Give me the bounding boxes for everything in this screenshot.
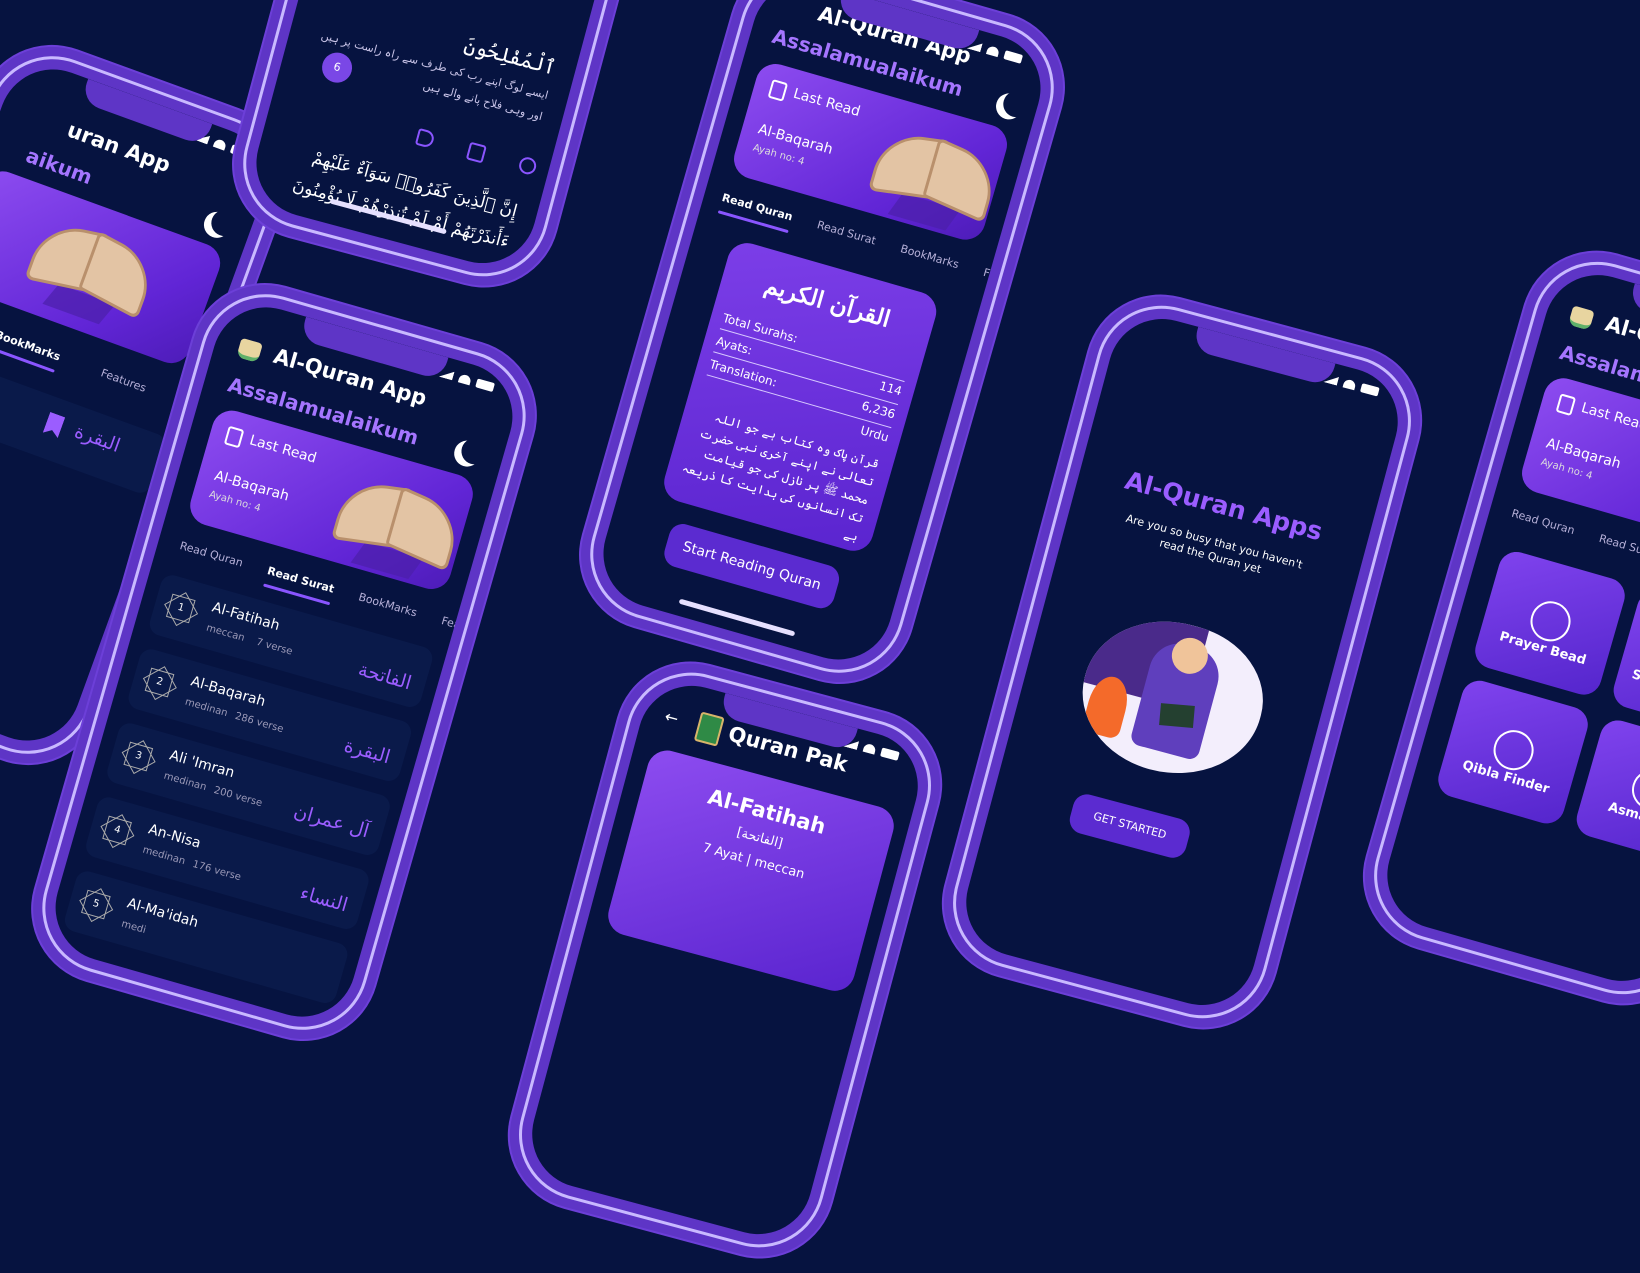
surah-number-badge: 5 — [81, 889, 111, 920]
quran-info-card: القرآن الكريم Total Surahs: 114 Ayats: 6… — [659, 238, 941, 556]
tab-bookmarks[interactable]: BookMarks — [357, 590, 418, 619]
surah-arabic: الفاتحة — [355, 658, 414, 695]
phone-screen: Al-Qur Assalamuala Last Read Al-Baqarah … — [1374, 262, 1640, 994]
tab-read-quran[interactable]: Read Quran — [720, 191, 794, 224]
feature-label: Sal — [1630, 667, 1640, 688]
app-logo-icon — [236, 337, 263, 364]
tab-read-quran[interactable]: Read Quran — [178, 539, 244, 569]
phone-read-quran: Al-Quran App Assalamualaikum Last Read A… — [563, 0, 1081, 700]
moon-icon[interactable] — [460, 437, 489, 466]
tab-read-quran[interactable]: Read Quran — [1510, 507, 1576, 537]
phone-screen: ← Quran Pak Al-Fatihah [الفاتحة] 7 Ayat … — [520, 673, 930, 1247]
last-read-label: Last Read — [791, 85, 862, 121]
surah-number-badge: 3 — [123, 741, 154, 772]
surah-header-card: Al-Fatihah [الفاتحة] 7 Ayat | meccan — [603, 746, 899, 996]
tab-features[interactable]: Features — [99, 366, 148, 394]
phone-quran-pak: ← Quran Pak Al-Fatihah [الفاتحة] 7 Ayat … — [493, 646, 957, 1273]
phone-onboarding: Al-Quran Apps Are you so busy that you h… — [927, 279, 1437, 1045]
feature-label: Asma-al H — [1606, 799, 1640, 835]
bookmark-arabic: البقرة — [71, 420, 124, 458]
last-read-card[interactable] — [0, 165, 226, 369]
book-icon — [330, 475, 465, 580]
phone-features: Al-Qur Assalamuala Last Read Al-Baqarah … — [1347, 235, 1640, 1021]
tab-bookmarks[interactable]: BookMarks — [899, 242, 960, 271]
back-arrow-icon[interactable]: ← — [663, 707, 681, 729]
surah-arabic: البقرة — [341, 734, 393, 769]
phone-screen: Al-Quran Apps Are you so busy that you h… — [954, 306, 1410, 1018]
feature-qibla-finder[interactable]: Qibla Finder — [1434, 676, 1593, 828]
tab-features[interactable]: Features — [440, 614, 489, 640]
book-icon — [867, 126, 1002, 231]
last-read-icon — [767, 79, 789, 102]
surah-arabic: آل عمران — [291, 800, 372, 843]
moon-icon[interactable] — [1002, 90, 1031, 119]
tab-read-surat[interactable]: Read Surat — [266, 564, 336, 595]
bookmark-item[interactable]: ... M البقرة — [0, 355, 169, 497]
phone-screen: Al-Quran App Assalamualaikum Last Read A… — [590, 0, 1054, 673]
quran-book-icon — [693, 711, 725, 747]
bookmark-star-icon[interactable] — [43, 412, 66, 438]
tab-bookmarks[interactable]: BookMarks — [0, 328, 62, 364]
play-icon[interactable] — [414, 127, 436, 149]
notch — [1192, 326, 1336, 387]
surah-type: medinan — [183, 696, 229, 720]
app-title: Al-Qur — [1602, 311, 1640, 356]
surah-verses: 7 verse — [254, 636, 294, 658]
surah-verses: 286 verse — [233, 710, 285, 736]
app-logo-icon — [1567, 305, 1595, 331]
reading-illustration — [1066, 602, 1279, 794]
share-icon[interactable] — [517, 155, 539, 177]
surah-number-badge: 2 — [144, 667, 175, 698]
phone-verse: ٱلْمُفْلِحُونَ ایسے لوگ اپنے رب کی طرف س… — [217, 0, 697, 303]
status-bar — [1323, 373, 1380, 397]
surah-arabic: النساء — [297, 881, 351, 917]
surah-type: medinan — [141, 844, 187, 868]
last-read-icon — [1555, 393, 1577, 417]
status-bar — [439, 368, 495, 393]
stat-value: Urdu — [858, 423, 891, 445]
get-started-button[interactable]: GET STARTED — [1066, 791, 1193, 861]
surah-type: meccan — [204, 622, 246, 644]
status-bar — [967, 40, 1024, 64]
urdu-description: قرآن پاک وہ کتاب ہے جو اللہ تعالی نے اپن… — [680, 410, 881, 544]
last-read-icon — [223, 425, 245, 449]
book-icon — [23, 216, 160, 325]
last-read-label: Last Read — [247, 432, 319, 467]
last-read-label: Last Read — [1579, 399, 1640, 435]
bookmark-icon[interactable] — [465, 141, 487, 164]
surah-verses: 176 verse — [191, 858, 243, 884]
moon-icon[interactable] — [209, 208, 239, 238]
surah-number-badge: 1 — [165, 593, 196, 624]
phone-screen: ٱلْمُفْلِحُونَ ایسے لوگ اپنے رب کی طرف س… — [244, 0, 670, 276]
verse-actions — [414, 127, 539, 177]
tab-read-surat[interactable]: Read Surat — [816, 218, 878, 247]
tab-read-surat[interactable]: Read Surat — [1598, 532, 1640, 561]
feature-prayer-bead[interactable]: Prayer Bead — [1470, 547, 1629, 699]
tab-features[interactable]: Features — [982, 266, 1031, 292]
surah-verses: 200 verse — [212, 784, 264, 810]
surah-type: medi — [120, 918, 148, 937]
surah-number-badge: 4 — [102, 815, 132, 846]
home-indicator[interactable] — [678, 598, 796, 637]
surah-type: medinan — [162, 770, 208, 794]
